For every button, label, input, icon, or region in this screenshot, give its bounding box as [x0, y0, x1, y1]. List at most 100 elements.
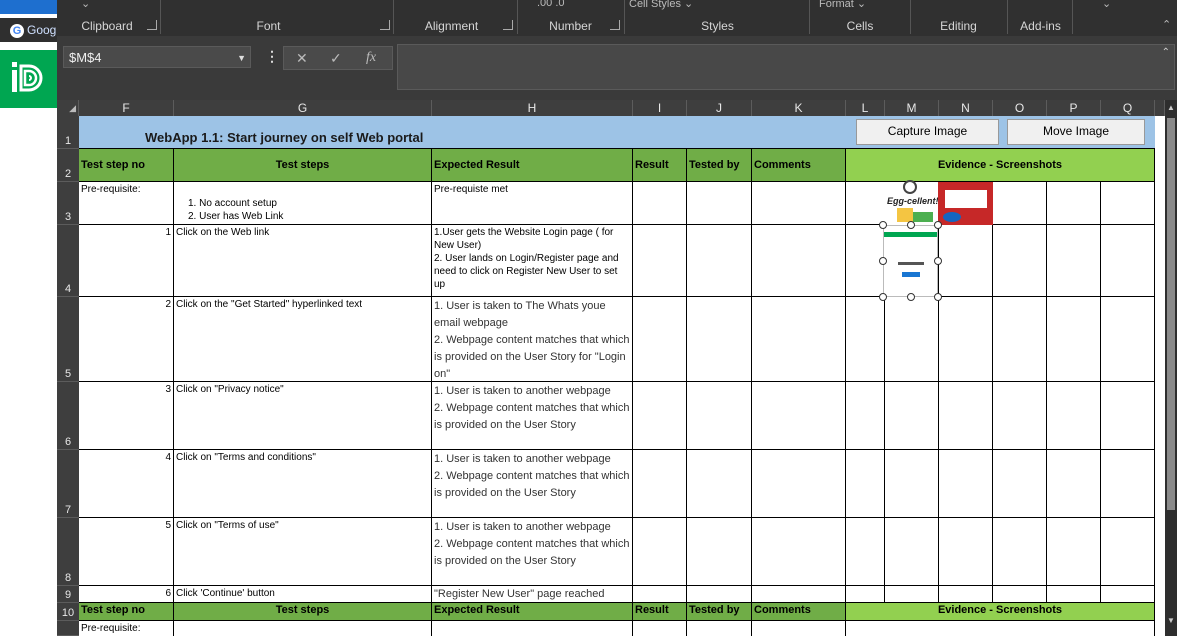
enter-icon[interactable]: ✓: [330, 50, 342, 67]
cell[interactable]: [752, 450, 846, 518]
cell[interactable]: [885, 297, 939, 382]
cell[interactable]: [633, 225, 687, 297]
cell[interactable]: [993, 225, 1047, 297]
resize-handle[interactable]: [934, 293, 942, 301]
prereq-label[interactable]: Pre-requisite:: [79, 182, 174, 225]
cell[interactable]: [752, 518, 846, 586]
name-box[interactable]: $M$4 ▼: [63, 46, 251, 68]
cell[interactable]: [939, 382, 993, 450]
ribbon-more-icon[interactable]: ⌄: [1102, 0, 1111, 10]
resize-handle[interactable]: [907, 293, 915, 301]
worksheet-grid[interactable]: ◢ F G H I J K L M N O P Q 1 2 3 4 5 6 7 …: [57, 100, 1165, 636]
cell[interactable]: [846, 518, 885, 586]
cell[interactable]: [1047, 297, 1101, 382]
cell[interactable]: [752, 586, 846, 603]
resize-handle[interactable]: [879, 293, 887, 301]
step-text-cell[interactable]: Click 'Continue' button: [174, 586, 432, 603]
col-header-f[interactable]: F: [79, 100, 174, 116]
cell[interactable]: [1047, 518, 1101, 586]
prereq-steps[interactable]: 1. No account setup 2. User has Web Link: [174, 182, 432, 225]
cell[interactable]: [687, 450, 752, 518]
cell[interactable]: [1101, 586, 1155, 603]
clipboard-launcher-icon[interactable]: [147, 20, 157, 30]
capture-image-button[interactable]: Capture Image: [856, 119, 999, 145]
cell[interactable]: [1101, 297, 1155, 382]
cell[interactable]: [846, 450, 885, 518]
col-header-i[interactable]: I: [633, 100, 687, 116]
header-result[interactable]: Result: [633, 603, 687, 621]
cell[interactable]: [687, 297, 752, 382]
scroll-down-icon[interactable]: ▼: [1167, 616, 1175, 625]
cell[interactable]: [687, 182, 752, 225]
cell[interactable]: [939, 450, 993, 518]
cell[interactable]: [993, 586, 1047, 603]
formula-input[interactable]: ⌃: [397, 44, 1175, 90]
cell[interactable]: [846, 621, 1155, 636]
vertical-scrollbar[interactable]: ▲ ▼: [1165, 100, 1177, 636]
header-test-steps[interactable]: Test steps: [174, 603, 432, 621]
row-header-1[interactable]: 1: [57, 116, 79, 149]
col-header-q[interactable]: Q: [1101, 100, 1155, 116]
header-result[interactable]: Result: [633, 149, 687, 182]
cell[interactable]: [885, 586, 939, 603]
col-header-o[interactable]: O: [993, 100, 1047, 116]
number-launcher-icon[interactable]: [610, 20, 620, 30]
cell[interactable]: [1101, 450, 1155, 518]
taskbar-top-icon[interactable]: [0, 0, 57, 14]
cell[interactable]: [885, 450, 939, 518]
cell[interactable]: [633, 450, 687, 518]
cell[interactable]: [993, 382, 1047, 450]
cell[interactable]: [633, 518, 687, 586]
cell[interactable]: [633, 297, 687, 382]
cell[interactable]: [1047, 382, 1101, 450]
cell[interactable]: [939, 586, 993, 603]
header-evidence[interactable]: Evidence - Screenshots: [846, 149, 1155, 182]
cell[interactable]: [633, 586, 687, 603]
rotate-handle-icon[interactable]: [903, 180, 917, 194]
scroll-up-icon[interactable]: ▲: [1167, 103, 1175, 112]
row-header-11[interactable]: [57, 621, 79, 636]
cell[interactable]: [1101, 382, 1155, 450]
header-comments[interactable]: Comments: [752, 149, 846, 182]
cell[interactable]: [687, 621, 752, 636]
cell[interactable]: [993, 182, 1047, 225]
step-no-cell[interactable]: 4: [79, 450, 174, 518]
cell[interactable]: [752, 621, 846, 636]
header-tested-by[interactable]: Tested by: [687, 603, 752, 621]
cell[interactable]: [846, 586, 885, 603]
cell[interactable]: [1047, 182, 1101, 225]
cell[interactable]: [1047, 225, 1101, 297]
cell[interactable]: [432, 621, 633, 636]
format-button[interactable]: Format ⌄: [819, 0, 866, 10]
cell[interactable]: [174, 621, 432, 636]
cell[interactable]: [885, 382, 939, 450]
resize-handle[interactable]: [907, 221, 915, 229]
cell[interactable]: [939, 518, 993, 586]
step-text-cell[interactable]: Click on "Terms of use": [174, 518, 432, 586]
step-no-cell[interactable]: 3: [79, 382, 174, 450]
step-text-cell[interactable]: Click on "Terms and conditions": [174, 450, 432, 518]
select-all-corner[interactable]: ◢: [57, 100, 79, 116]
header-expected[interactable]: Expected Result: [432, 603, 633, 621]
chevron-down-icon[interactable]: ▼: [237, 47, 246, 69]
cell[interactable]: [846, 297, 885, 382]
resize-handle[interactable]: [879, 257, 887, 265]
cell[interactable]: [1047, 450, 1101, 518]
cell[interactable]: [993, 297, 1047, 382]
cell[interactable]: [633, 182, 687, 225]
resize-handle[interactable]: [879, 221, 887, 229]
screenshot-image-1[interactable]: Egg-cellent!: [883, 182, 993, 225]
step-no-cell[interactable]: 6: [79, 586, 174, 603]
cell[interactable]: [846, 182, 885, 225]
cell[interactable]: [1101, 518, 1155, 586]
more-options-icon[interactable]: ⋮: [265, 48, 279, 65]
step-text-cell[interactable]: Click on the "Get Started" hyperlinked t…: [174, 297, 432, 382]
row-header-7[interactable]: 7: [57, 450, 79, 518]
row-header-6[interactable]: 6: [57, 382, 79, 450]
prereq-label[interactable]: Pre-requisite:: [79, 621, 174, 636]
row-header-2[interactable]: 2: [57, 149, 79, 182]
step-text-cell[interactable]: Click on the Web link: [174, 225, 432, 297]
step-expected-cell[interactable]: 1.User gets the Website Login page ( for…: [432, 225, 633, 297]
row-header-9[interactable]: 9: [57, 586, 79, 603]
cell[interactable]: [687, 518, 752, 586]
